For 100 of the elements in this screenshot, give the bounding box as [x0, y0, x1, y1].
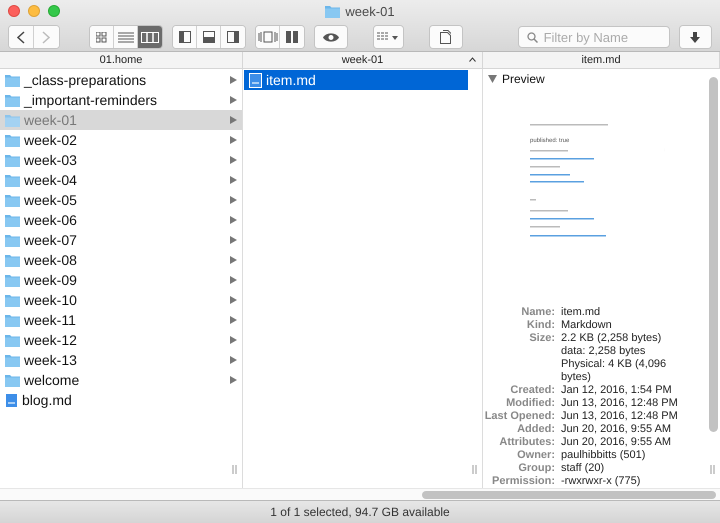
document-icon — [440, 30, 452, 44]
disclosure-arrow-icon[interactable] — [230, 336, 237, 344]
folder-icon — [5, 94, 20, 106]
file-row[interactable]: week-09 — [0, 270, 242, 290]
document-icon — [249, 72, 262, 88]
info-value: item.md — [561, 306, 602, 319]
disclosure-arrow-icon[interactable] — [230, 116, 237, 124]
disclosure-arrow-icon[interactable] — [230, 316, 237, 324]
file-row[interactable]: _important-reminders — [0, 90, 242, 110]
disclosure-arrow-icon[interactable] — [230, 256, 237, 264]
folder-icon — [5, 194, 20, 206]
file-row[interactable]: week-03 — [0, 150, 242, 170]
scrollbar-thumb[interactable] — [709, 77, 718, 432]
info-label: Owner: — [516, 449, 555, 462]
disclosure-arrow-icon[interactable] — [230, 236, 237, 244]
file-row[interactable]: week-02 — [0, 130, 242, 150]
folder-icon — [5, 134, 20, 146]
column-header[interactable]: 01.home — [0, 52, 243, 68]
chevron-right-icon — [42, 30, 50, 44]
file-row[interactable]: week-08 — [0, 250, 242, 270]
folder-icon — [5, 234, 20, 246]
disclosure-arrow-icon[interactable] — [230, 356, 237, 364]
disclosure-triangle-icon[interactable] — [488, 75, 497, 83]
folder-icon — [5, 294, 20, 306]
sort-caret-icon — [469, 57, 476, 62]
folder-icon — [5, 154, 20, 166]
file-row[interactable]: blog.md — [0, 390, 242, 410]
view-mode-button[interactable] — [90, 26, 114, 48]
down-arrow-icon — [690, 32, 700, 43]
info-label: Size: — [528, 332, 555, 345]
info-label: Permission: — [491, 475, 555, 488]
scrollbar-thumb[interactable] — [422, 491, 716, 499]
file-row[interactable]: week-04 — [0, 170, 242, 190]
pane-button[interactable] — [197, 26, 222, 48]
folder-icon — [5, 314, 20, 326]
disclosure-arrow-icon[interactable] — [230, 216, 237, 224]
icon-grid-icon — [96, 32, 107, 43]
column-header[interactable]: week-01 — [243, 52, 483, 68]
info-value: data: 2,258 bytes — [561, 345, 646, 358]
file-row[interactable]: week-07 — [0, 230, 242, 250]
arrange-menu-icon — [377, 32, 400, 42]
file-row[interactable]: _class-preparations — [0, 70, 242, 90]
pane-button[interactable] — [173, 26, 198, 48]
cover-flow-icon — [258, 31, 278, 44]
file-row[interactable]: item.md — [244, 70, 468, 90]
column-header[interactable]: item.md — [483, 52, 720, 68]
status-text: 1 of 1 selected, 94.7 GB available — [270, 505, 450, 519]
column-resize-icon[interactable] — [710, 465, 715, 474]
folder-icon — [5, 214, 20, 226]
info-label: Modified: — [505, 397, 555, 410]
split-view-button[interactable] — [280, 26, 304, 48]
info-label: Added: — [516, 423, 555, 436]
chevron-left-icon — [16, 30, 25, 44]
left-pane-icon — [178, 31, 191, 44]
folder-icon — [5, 334, 20, 346]
disclosure-arrow-icon[interactable] — [230, 76, 237, 84]
search-icon — [526, 32, 538, 44]
column-resize-icon[interactable] — [472, 465, 477, 474]
disclosure-arrow-icon[interactable] — [230, 196, 237, 204]
disclosure-arrow-icon[interactable] — [230, 96, 237, 104]
info-value: -rwxrwxr-x (775) — [561, 475, 642, 488]
share-button[interactable] — [430, 26, 462, 48]
info-value: 2.2 KB (2,258 bytes) — [561, 332, 662, 345]
zoom-button[interactable] — [48, 5, 60, 17]
pane-button[interactable] — [221, 26, 246, 48]
file-row[interactable]: welcome — [0, 370, 242, 390]
file-row[interactable]: week-06 — [0, 210, 242, 230]
arrange-button[interactable] — [374, 26, 404, 48]
search-field[interactable]: Filter by Name — [518, 26, 670, 48]
quick-look-button[interactable] — [315, 26, 347, 48]
file-row[interactable]: week-10 — [0, 290, 242, 310]
view-mode-button[interactable] — [138, 26, 162, 48]
view-mode-button[interactable] — [114, 26, 138, 48]
info-value: Jun 13, 2016, 12:48 PM — [561, 410, 679, 423]
folder-icon — [5, 74, 20, 86]
file-row[interactable]: week-05 — [0, 190, 242, 210]
folder-icon — [5, 174, 20, 186]
disclosure-arrow-icon[interactable] — [230, 176, 237, 184]
file-row[interactable]: week-11 — [0, 310, 242, 330]
back-button[interactable] — [9, 26, 34, 48]
disclosure-arrow-icon[interactable] — [230, 276, 237, 284]
download-button[interactable] — [680, 26, 711, 48]
disclosure-arrow-icon[interactable] — [230, 296, 237, 304]
info-label: Created: — [509, 384, 555, 397]
info-value: Physical: 4 KB (4,096 bytes) — [561, 358, 668, 384]
file-row[interactable]: week-12 — [0, 330, 242, 350]
cover-flow-button[interactable] — [256, 26, 280, 48]
file-row[interactable]: week-13 — [0, 350, 242, 370]
disclosure-arrow-icon[interactable] — [230, 136, 237, 144]
right-pane-icon — [227, 31, 240, 44]
list-icon — [118, 32, 134, 43]
disclosure-arrow-icon[interactable] — [230, 376, 237, 384]
folder-icon — [5, 114, 20, 126]
disclosure-arrow-icon[interactable] — [230, 156, 237, 164]
close-button[interactable] — [8, 5, 20, 17]
info-value: Jun 13, 2016, 12:48 PM — [561, 397, 679, 410]
document-icon — [5, 392, 18, 408]
info-label: Kind: — [526, 319, 555, 332]
column-resize-icon[interactable] — [232, 465, 237, 474]
columns-icon — [141, 32, 160, 43]
